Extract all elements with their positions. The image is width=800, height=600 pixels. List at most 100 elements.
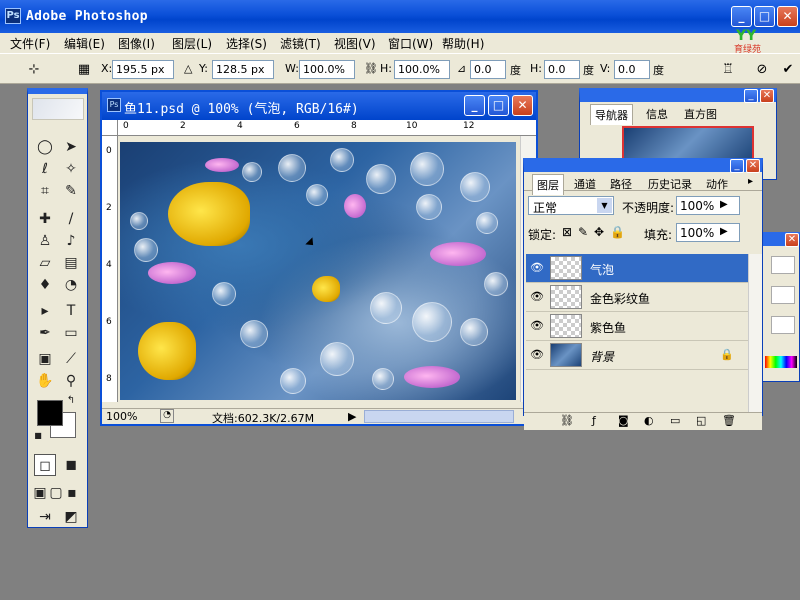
image-canvas[interactable] <box>120 142 516 400</box>
gradient-tool-icon[interactable]: ▤ <box>60 252 82 274</box>
magic-wand-icon[interactable]: ✧ <box>60 158 82 180</box>
tab-layers[interactable]: 图层 <box>532 174 564 195</box>
opacity-arrow-icon[interactable]: ▶ <box>720 199 728 210</box>
screen-mode-standard-icon[interactable]: ▣ <box>32 482 48 504</box>
tab-paths[interactable]: 路径 <box>606 174 636 194</box>
horizontal-scrollbar[interactable] <box>364 410 514 423</box>
hskew-field[interactable]: 0.0 <box>544 60 580 79</box>
doc-maximize-button[interactable]: □ <box>488 95 509 116</box>
maximize-button[interactable]: □ <box>754 6 775 27</box>
new-layer-icon[interactable]: ◱ <box>696 414 706 427</box>
menu-help[interactable]: 帮助(H) <box>442 35 484 52</box>
link-layers-icon[interactable]: ⛓ <box>560 414 574 427</box>
fill-field[interactable]: 100% <box>676 223 740 242</box>
clone-stamp-icon[interactable]: ♙ <box>34 230 56 252</box>
navigator-minimize-button[interactable]: _ <box>744 89 758 103</box>
menu-filter[interactable]: 滤镜(T) <box>280 35 321 52</box>
layer-row-bubbles[interactable]: 👁 气泡 <box>526 254 748 283</box>
adjustment-layer-icon[interactable]: ◐ <box>644 414 654 427</box>
fill-arrow-icon[interactable]: ▶ <box>720 226 728 237</box>
eye-icon[interactable]: 👁 <box>530 291 544 303</box>
menu-layer[interactable]: 图层(L) <box>172 35 212 52</box>
angle-field[interactable]: 0.0 <box>470 60 506 79</box>
history-brush-icon[interactable]: ♪ <box>60 230 82 252</box>
layer-row-purple-fish[interactable]: 👁 紫色鱼 <box>526 312 748 341</box>
type-tool-icon[interactable]: T <box>60 300 82 322</box>
swap-colors-icon[interactable]: ↰ <box>64 394 78 408</box>
lock-transparency-icon[interactable]: ⊠ <box>562 225 572 239</box>
reference-point-icon[interactable]: ▦ <box>74 60 94 80</box>
doc-minimize-button[interactable]: _ <box>464 95 485 116</box>
cancel-icon[interactable]: ⊘ <box>752 60 772 80</box>
eye-icon[interactable]: 👁 <box>530 320 544 332</box>
status-arrow-icon[interactable]: ▶ <box>348 410 356 423</box>
blur-tool-icon[interactable]: ♦ <box>34 274 56 296</box>
foreground-color-swatch[interactable] <box>37 400 63 426</box>
color-field[interactable] <box>771 286 795 304</box>
doc-close-button[interactable]: ✕ <box>512 95 533 116</box>
pen-tool-icon[interactable]: ✒ <box>34 322 56 344</box>
horizontal-ruler[interactable]: 0 2 4 6 8 10 12 <box>118 120 536 136</box>
zoom-tool-icon[interactable]: ⚲ <box>60 370 82 392</box>
color-field[interactable] <box>771 316 795 334</box>
tab-channels[interactable]: 通道 <box>570 174 600 194</box>
blend-mode-select[interactable]: 正常 ▼ <box>528 196 614 215</box>
hand-tool-icon[interactable]: ✋ <box>34 370 56 392</box>
vertical-ruler[interactable]: 0 2 4 6 8 <box>102 136 118 402</box>
path-selection-icon[interactable]: ▸ <box>34 300 56 322</box>
color-field[interactable] <box>771 256 795 274</box>
color-panel-close-button[interactable]: ✕ <box>785 233 799 247</box>
status-menu-icon[interactable]: ◔ <box>160 409 174 423</box>
layers-minimize-button[interactable]: _ <box>730 159 744 173</box>
menu-view[interactable]: 视图(V) <box>334 35 376 52</box>
standard-mode-icon[interactable]: ◻ <box>34 454 56 476</box>
eyedropper-tool-icon[interactable]: ⟋ <box>60 348 82 370</box>
lasso-tool-icon[interactable]: ℓ <box>34 158 56 180</box>
color-ramp[interactable] <box>765 356 797 368</box>
chevron-down-icon[interactable]: ▼ <box>597 198 612 213</box>
tab-navigator[interactable]: 导航器 <box>590 104 633 125</box>
warp-icon[interactable]: ♖ <box>718 60 738 80</box>
delete-layer-icon[interactable]: 🗑 <box>722 414 736 427</box>
dodge-tool-icon[interactable]: ◔ <box>60 274 82 296</box>
transform-tool-icon[interactable]: ⊹ <box>24 60 44 80</box>
move-tool-icon[interactable]: ➤ <box>60 136 82 158</box>
navigator-close-button[interactable]: ✕ <box>760 89 774 103</box>
menu-select[interactable]: 选择(S) <box>226 35 267 52</box>
jump-to-imageready-icon[interactable]: ⇥ <box>34 506 56 528</box>
vskew-field[interactable]: 0.0 <box>614 60 650 79</box>
y-field[interactable]: 128.5 px <box>212 60 274 79</box>
layer-row-background[interactable]: 👁 背景 🔒 <box>526 341 748 370</box>
layers-scrollbar[interactable] <box>748 254 762 412</box>
panel-menu-icon[interactable]: ▸ <box>748 176 753 187</box>
brush-tool-icon[interactable]: / <box>60 208 82 230</box>
layer-style-icon[interactable]: ƒ <box>592 414 596 427</box>
menu-image[interactable]: 图像(I) <box>118 35 155 52</box>
default-colors-icon[interactable]: ■ <box>32 430 44 442</box>
screen-mode-full-menu-icon[interactable]: ▢ <box>48 482 64 504</box>
zoom-level[interactable]: 100% <box>106 410 137 423</box>
opacity-field[interactable]: 100% <box>676 196 740 215</box>
tab-info[interactable]: 信息 <box>642 104 672 124</box>
screen-mode-full-icon[interactable]: ▪ <box>64 482 80 504</box>
tab-histogram[interactable]: 直方图 <box>680 104 721 124</box>
menu-file[interactable]: 文件(F) <box>10 35 50 52</box>
x-field[interactable]: 195.5 px <box>112 60 174 79</box>
marquee-tool-icon[interactable]: ◯ <box>34 136 56 158</box>
slice-tool-icon[interactable]: ✎ <box>60 180 82 202</box>
eye-icon[interactable]: 👁 <box>530 262 544 274</box>
menu-edit[interactable]: 编辑(E) <box>64 35 105 52</box>
eraser-tool-icon[interactable]: ▱ <box>34 252 56 274</box>
imageready-icon[interactable]: ◩ <box>60 506 82 528</box>
ruler-corner[interactable] <box>102 120 118 136</box>
eye-icon[interactable]: 👁 <box>530 349 544 361</box>
minimize-button[interactable]: _ <box>731 6 752 27</box>
height-field[interactable]: 100.0% <box>394 60 450 79</box>
close-button[interactable]: ✕ <box>777 6 798 27</box>
commit-icon[interactable]: ✔ <box>778 60 798 80</box>
lock-all-icon[interactable]: 🔒 <box>610 225 625 239</box>
notes-tool-icon[interactable]: ▣ <box>34 348 56 370</box>
tab-history[interactable]: 历史记录 <box>644 174 696 194</box>
add-mask-icon[interactable]: ◙ <box>618 414 629 427</box>
quick-mask-icon[interactable]: ◼ <box>60 454 82 476</box>
